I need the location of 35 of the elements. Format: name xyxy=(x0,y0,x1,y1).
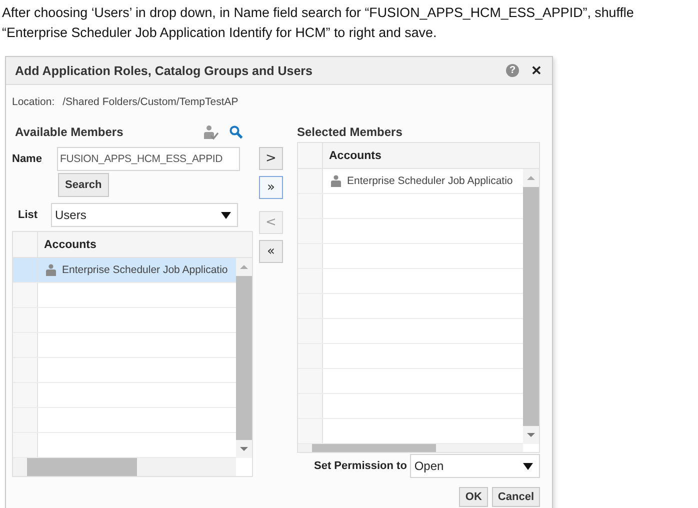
person-check-icon[interactable] xyxy=(203,124,219,140)
account-row[interactable]: Enterprise Scheduler Job Applicatio xyxy=(13,258,236,283)
name-label: Name xyxy=(12,153,43,165)
move-button[interactable]: > xyxy=(259,147,283,170)
dropdown-caret-icon xyxy=(523,462,533,470)
column-header: Accounts xyxy=(43,238,96,252)
list-label: List xyxy=(17,209,39,221)
selected-members-heading: Selected Members xyxy=(297,125,404,139)
instruction-text: After choosing ‘Users’ in drop down, in Name field search for “FUSION_APPS_HCM_ESS_APPID”, shuffle “Enterprise Scheduler Job Application Identify for HCM” to right and save. xyxy=(2,4,635,42)
vertical-scrollbar[interactable] xyxy=(236,258,252,458)
location-path: /Shared Folders/Custom/TempTestAP xyxy=(62,96,238,108)
permission-label: Set Permission to xyxy=(314,460,408,472)
dropdown-caret-icon xyxy=(221,212,231,218)
close-button[interactable]: ✕ xyxy=(531,63,542,78)
list-dropdown[interactable]: Users xyxy=(51,203,238,227)
horizontal-scrollbar[interactable] xyxy=(298,444,523,452)
name-field[interactable]: FUSION_APPS_HCM_ESS_APPID xyxy=(57,147,240,171)
account-row[interactable]: Enterprise Scheduler Job Applicatio xyxy=(298,169,523,194)
dialog-title: Add Application Roles, Catalog Groups and Users xyxy=(15,64,314,78)
dialog-button[interactable]: OK xyxy=(459,487,488,507)
search-icon[interactable] xyxy=(229,125,243,139)
account-name: Enterprise Scheduler Job Applicatio xyxy=(347,175,513,187)
move-button[interactable]: » xyxy=(259,176,283,199)
available-members-heading: Available Members xyxy=(15,125,124,139)
person-icon xyxy=(331,175,341,187)
horizontal-scrollbar[interactable] xyxy=(13,458,236,476)
dialog-button[interactable]: Cancel xyxy=(492,487,540,507)
account-name: Enterprise Scheduler Job Applicatio xyxy=(62,264,228,276)
search-button[interactable]: Search xyxy=(58,173,109,197)
move-button[interactable]: « xyxy=(259,240,283,263)
location-label: Location: xyxy=(12,96,55,108)
column-header: Accounts xyxy=(328,148,382,164)
vertical-scrollbar[interactable] xyxy=(523,169,539,444)
permission-dropdown[interactable]: Open xyxy=(410,454,540,478)
person-icon xyxy=(46,264,56,276)
